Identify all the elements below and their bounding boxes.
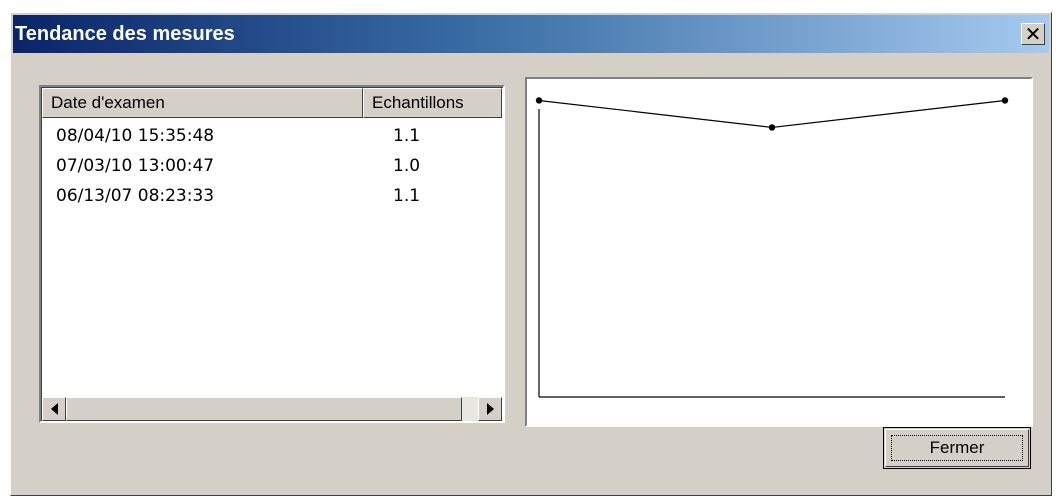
arrow-right-icon: [486, 403, 494, 415]
scrollbar-thumb[interactable]: [66, 397, 462, 421]
close-button[interactable]: ✕: [1021, 23, 1045, 45]
window-title: Tendance des mesures: [15, 23, 235, 45]
data-point: [768, 124, 776, 131]
trend-chart-svg: [535, 97, 1009, 398]
row-value: 1.1: [393, 126, 421, 146]
row-date: 08/04/10 15:35:48: [56, 126, 215, 146]
arrow-left-icon: [50, 403, 58, 415]
trend-chart: [525, 77, 1033, 427]
row-value: 1.0: [393, 156, 421, 176]
column-header-samples[interactable]: Echantillons: [363, 88, 502, 118]
title-bar[interactable]: Tendance des mesures ✕: [13, 15, 1049, 53]
dialog-window: Tendance des mesures ✕ Date d'examen Ech…: [10, 12, 1052, 496]
list-rows: 08/04/10 15:35:48 1.1 07/03/10 13:00:47 …: [42, 122, 502, 212]
row-date: 07/03/10 13:00:47: [56, 156, 215, 176]
scroll-left-button[interactable]: [42, 397, 66, 421]
close-dialog-button[interactable]: Fermer: [883, 427, 1031, 469]
row-date: 06/13/07 08:23:33: [56, 186, 215, 206]
data-point: [1001, 97, 1009, 104]
list-header: Date d'examen Echantillons: [42, 88, 502, 118]
row-value: 1.1: [393, 186, 421, 206]
list-row[interactable]: 08/04/10 15:35:48 1.1: [42, 122, 502, 152]
horizontal-scrollbar[interactable]: [42, 397, 502, 421]
measurements-list[interactable]: Date d'examen Echantillons 08/04/10 15:3…: [39, 85, 505, 423]
close-dialog-label: Fermer: [891, 435, 1023, 461]
trend-line: [538, 99, 1006, 129]
data-point: [535, 97, 543, 104]
scroll-right-button[interactable]: [478, 397, 502, 421]
close-icon: ✕: [1024, 22, 1042, 46]
column-header-date[interactable]: Date d'examen: [42, 88, 363, 118]
list-row[interactable]: 07/03/10 13:00:47 1.0: [42, 152, 502, 182]
list-row[interactable]: 06/13/07 08:23:33 1.1: [42, 182, 502, 212]
